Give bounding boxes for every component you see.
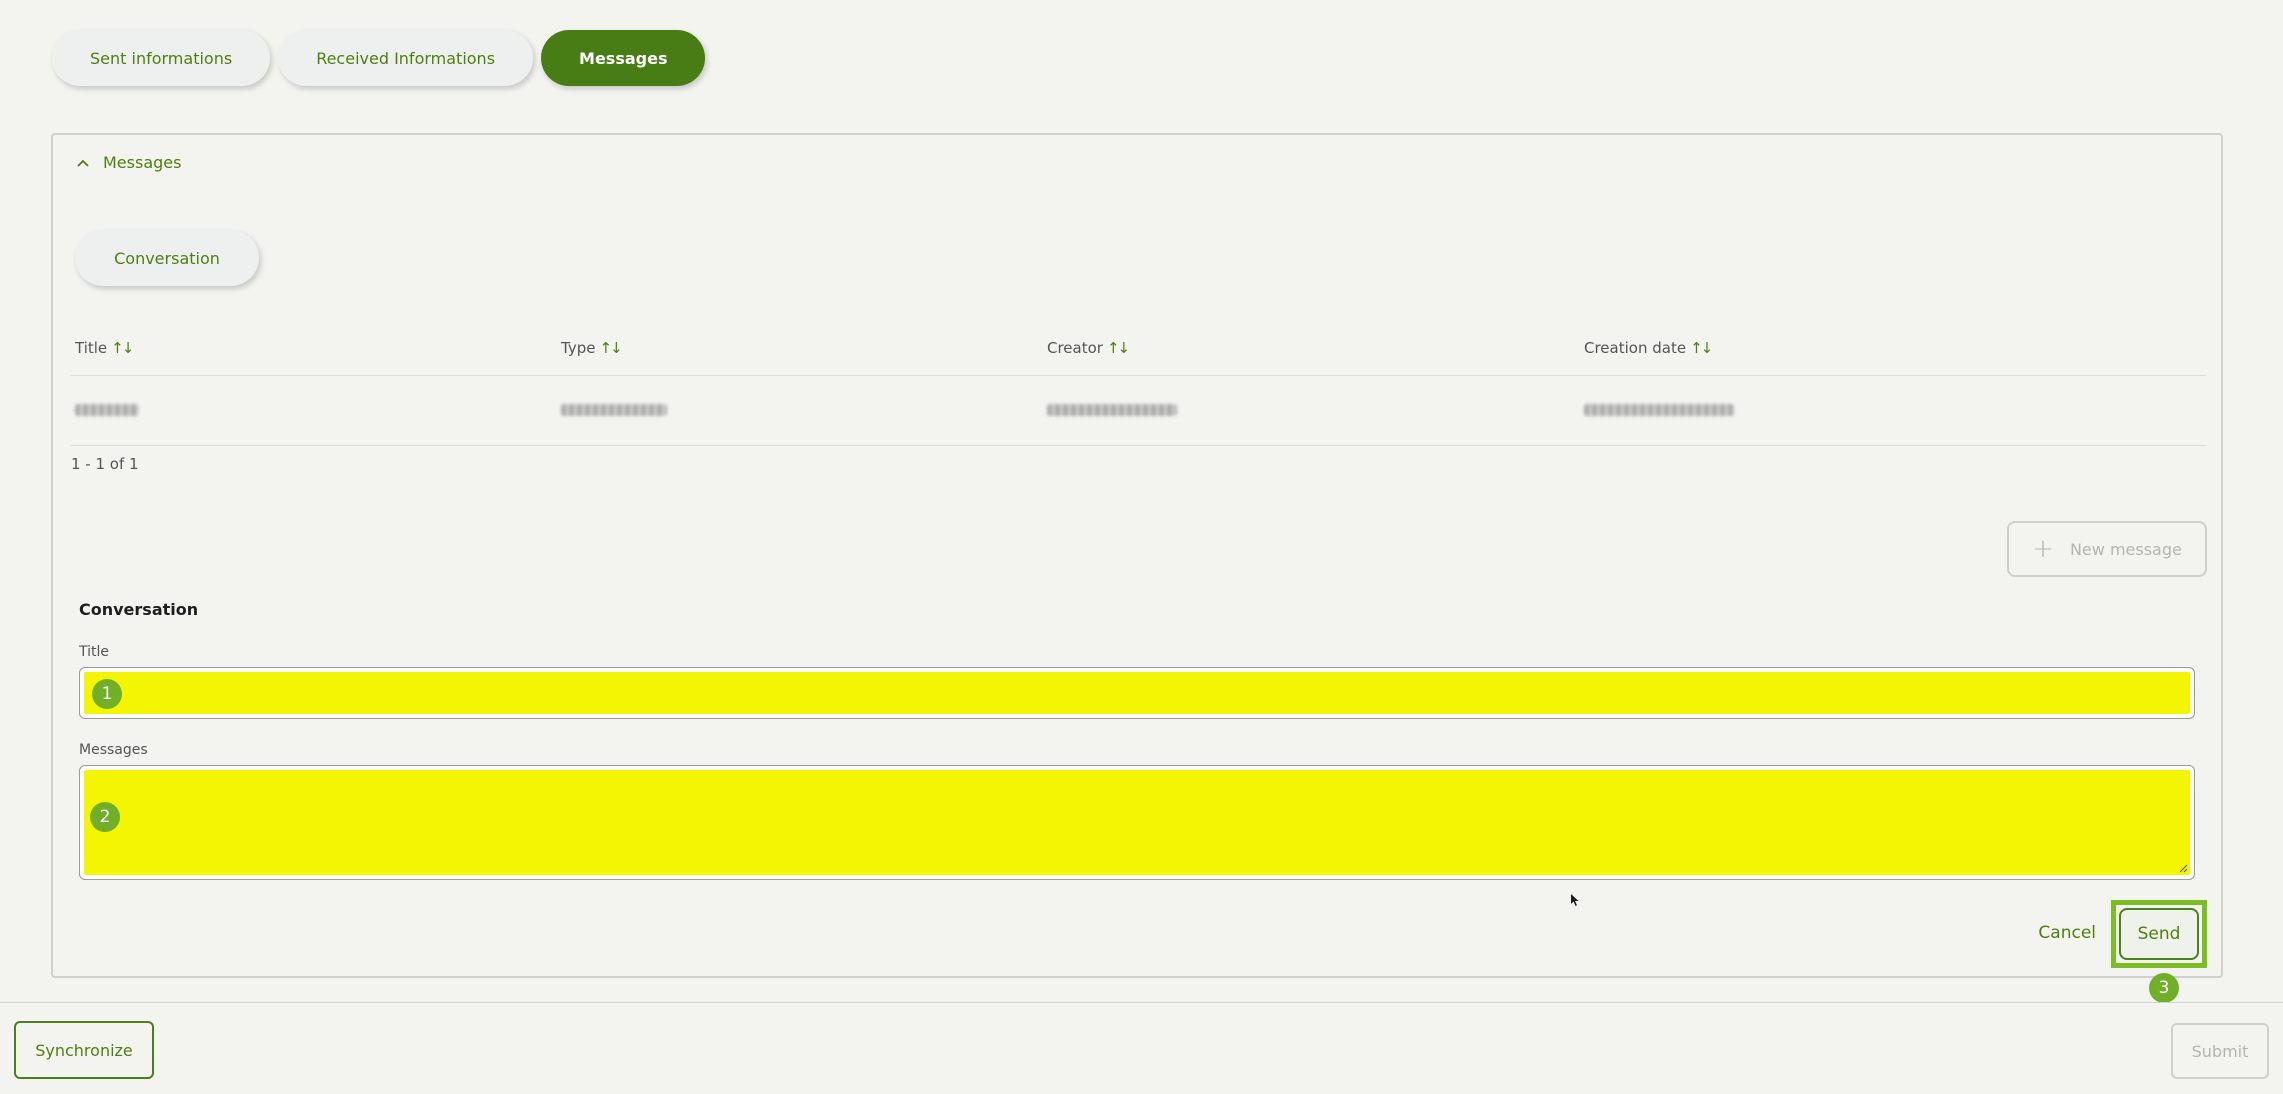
column-header-label: Creation date (1584, 338, 1687, 357)
title-input-highlight[interactable]: 1 (84, 672, 2190, 714)
messages-textarea[interactable]: 2 (79, 765, 2195, 880)
redacted-text (75, 403, 139, 416)
title-field-label: Title (79, 644, 110, 660)
tab-messages[interactable]: Messages (541, 30, 706, 86)
chevron-up-icon (77, 159, 89, 167)
messages-panel: Messages Conversation Title ↑↓ Type ↑↓ Cre… (51, 133, 2223, 1003)
column-header-label: Title (75, 338, 108, 357)
column-header-label: Creator (1047, 338, 1103, 357)
column-header-creator[interactable]: Creator ↑↓ (1043, 321, 1580, 376)
section-title: Messages (103, 153, 182, 172)
new-message-button[interactable]: + New message (2007, 521, 2207, 577)
step-badge: 3 (2149, 973, 2179, 1003)
table-row[interactable] (71, 375, 2206, 446)
column-header-label: Type (561, 338, 596, 357)
conversations-table: Title ↑↓ Type ↑↓ Creator ↑↓ Creation date ↑↓ (71, 321, 2206, 446)
column-header-type[interactable]: Type ↑↓ (557, 321, 1043, 376)
messages-field-label: Messages (79, 742, 148, 758)
cell-creation-date (1580, 375, 2206, 446)
tab-received-informations[interactable]: Received Informations (278, 30, 534, 86)
cell-title (71, 375, 557, 446)
new-message-label: New message (2069, 539, 2182, 559)
title-input[interactable]: 1 (79, 667, 2195, 719)
send-button[interactable]: Send (2119, 908, 2199, 960)
sort-arrows-icon[interactable]: ↑↓ (1690, 339, 1713, 357)
column-header-title[interactable]: Title ↑↓ (71, 321, 557, 376)
tab-sent-informations[interactable]: Sent informations (52, 30, 271, 86)
sort-arrows-icon[interactable]: ↑↓ (111, 339, 134, 357)
top-tabs: Sent informations Received Informations … (52, 30, 706, 86)
messages-textarea-highlight[interactable]: 2 (84, 770, 2190, 875)
table-header-row: Title ↑↓ Type ↑↓ Creator ↑↓ Creation date ↑↓ (71, 321, 2206, 376)
resize-handle-icon[interactable] (2178, 863, 2188, 873)
step-badge: 1 (92, 679, 122, 709)
send-highlight: Send (2111, 900, 2207, 968)
tab-conversation[interactable]: Conversation (75, 230, 259, 286)
messages-section-toggle[interactable]: Messages (75, 153, 181, 172)
footer-divider (0, 1002, 2283, 1003)
redacted-text (561, 403, 667, 416)
conversation-form-title: Conversation (79, 600, 199, 619)
mouse-cursor-icon (1571, 894, 1579, 906)
sort-arrows-icon[interactable]: ↑↓ (599, 339, 622, 357)
step-badge: 2 (90, 802, 120, 832)
redacted-text (1047, 403, 1177, 416)
pagination-info: 1 - 1 of 1 (71, 455, 139, 473)
column-header-creation-date[interactable]: Creation date ↑↓ (1580, 321, 2206, 376)
redacted-text (1584, 403, 1734, 416)
submit-button[interactable]: Submit (2171, 1023, 2269, 1079)
plus-icon: + (2032, 534, 2054, 564)
synchronize-button[interactable]: Synchronize (14, 1021, 154, 1079)
cancel-button[interactable]: Cancel (2038, 923, 2096, 943)
sort-arrows-icon[interactable]: ↑↓ (1107, 339, 1130, 357)
cell-creator (1043, 375, 1580, 446)
cell-type (557, 375, 1043, 446)
